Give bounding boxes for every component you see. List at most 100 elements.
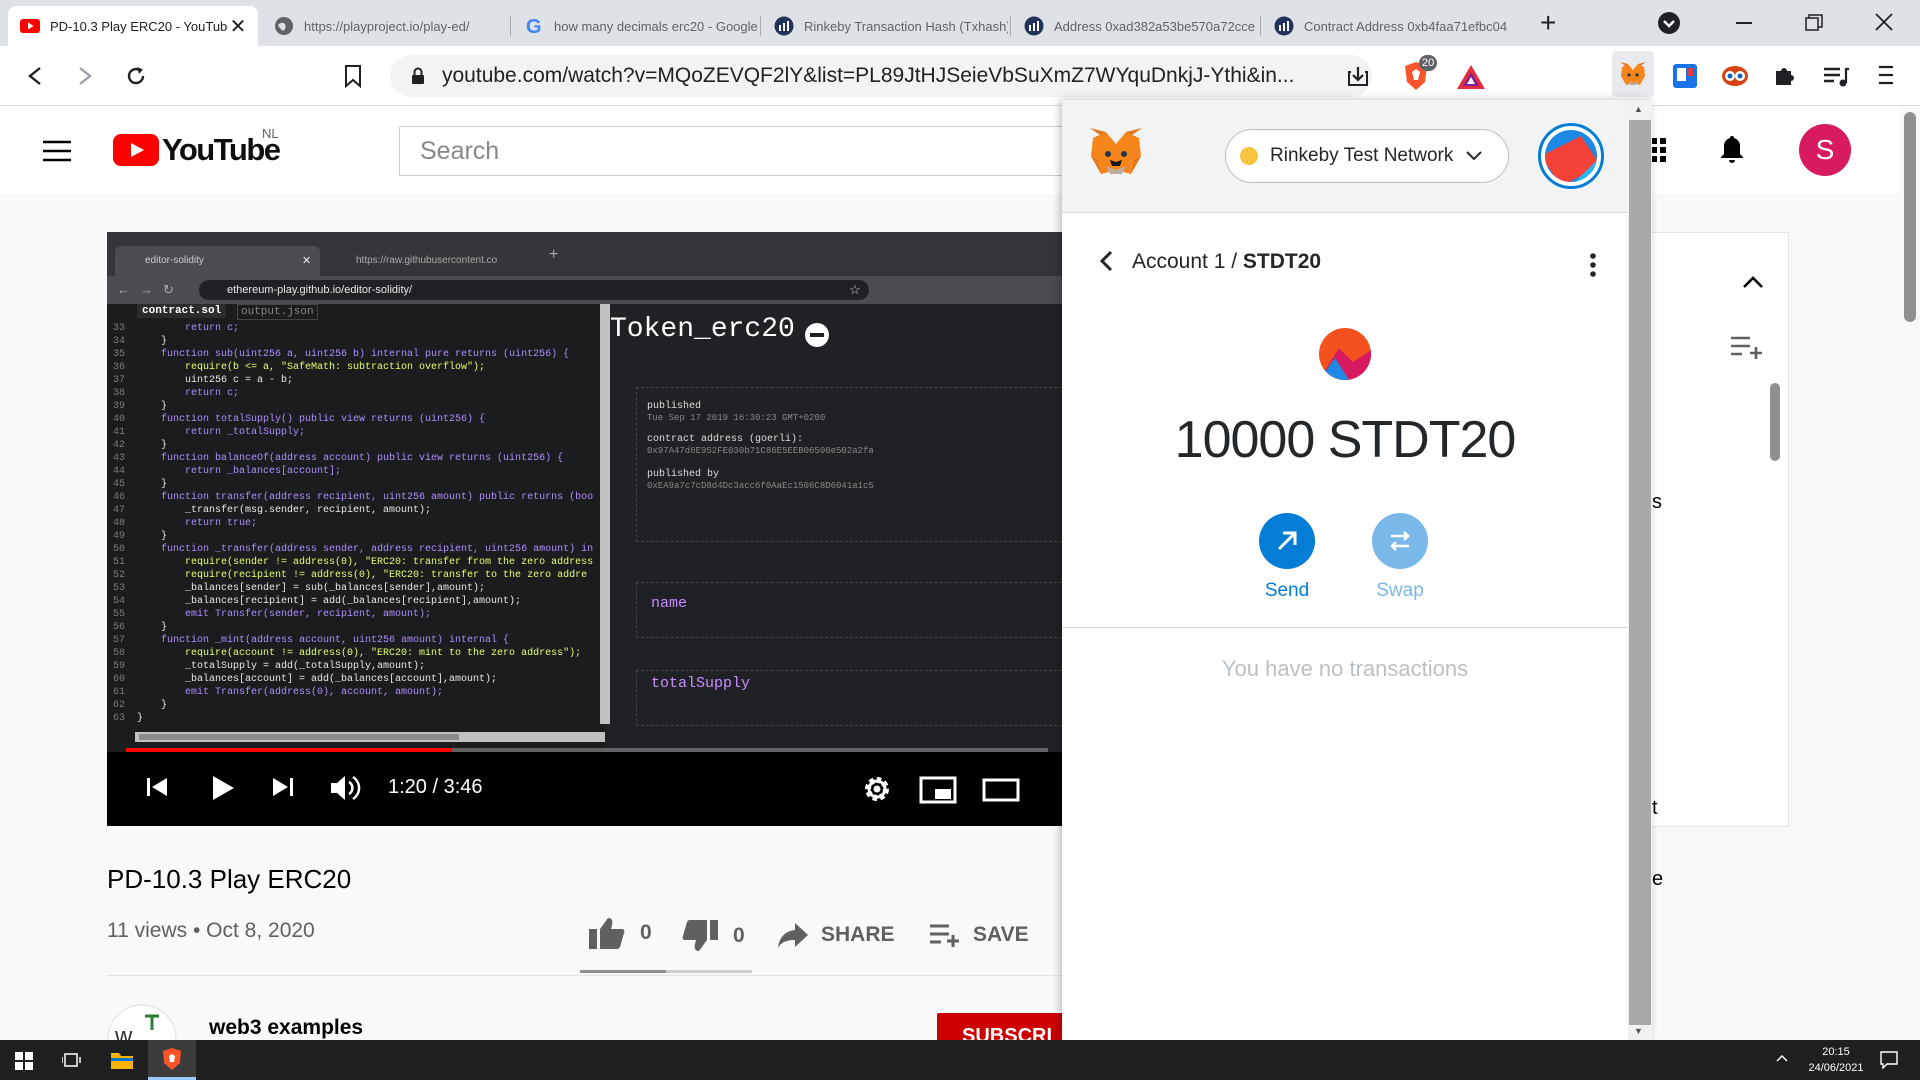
subscribe-button[interactable]: SUBSCRI bbox=[937, 1013, 1067, 1040]
page-scrollbar[interactable] bbox=[1900, 106, 1920, 1040]
close-window-icon[interactable] bbox=[1874, 12, 1894, 32]
extensions-puzzle-icon[interactable] bbox=[1773, 64, 1797, 88]
system-clock[interactable]: 20:15 24/06/2021 bbox=[1796, 1044, 1876, 1076]
kebab-menu-icon[interactable] bbox=[1589, 253, 1597, 277]
brave-rewards-icon[interactable] bbox=[1456, 64, 1486, 90]
code-line: 52 require(recipient != address(0), "ERC… bbox=[113, 569, 598, 582]
network-status-dot bbox=[1240, 147, 1258, 165]
notifications-bell-icon[interactable] bbox=[1719, 134, 1745, 164]
swap-button[interactable] bbox=[1372, 513, 1428, 569]
windows-start-icon[interactable] bbox=[15, 1052, 33, 1070]
previous-icon[interactable] bbox=[146, 776, 168, 798]
video-player[interactable]: editor-solidity ✕ https://raw.githubuser… bbox=[107, 232, 1067, 826]
breadcrumb-separator: / bbox=[1225, 250, 1243, 273]
progress-bar[interactable] bbox=[126, 748, 1048, 752]
code-text: function balanceOf(address account) publ… bbox=[137, 453, 564, 464]
notification-center-icon[interactable] bbox=[1880, 1051, 1898, 1069]
dislike-button[interactable]: 0 bbox=[681, 919, 745, 953]
back-chevron-icon[interactable] bbox=[1099, 250, 1113, 272]
code-text: return true; bbox=[137, 518, 258, 529]
code-line: 41 return _totalSupply; bbox=[113, 426, 598, 439]
miniplayer-icon[interactable] bbox=[919, 776, 957, 804]
avatar[interactable]: S bbox=[1799, 124, 1851, 176]
send-button[interactable] bbox=[1259, 513, 1315, 569]
reload-icon[interactable] bbox=[124, 64, 148, 88]
back-icon[interactable] bbox=[26, 66, 44, 86]
browser-tab[interactable]: PD-10.3 Play ERC20 - YouTube ✕ bbox=[8, 6, 258, 46]
metamask-logo-icon[interactable] bbox=[1088, 126, 1144, 178]
restore-icon[interactable] bbox=[1805, 14, 1823, 32]
metamask-extension-button[interactable] bbox=[1612, 51, 1654, 97]
task-view-icon[interactable] bbox=[62, 1051, 82, 1069]
chevron-up-icon[interactable] bbox=[1742, 275, 1764, 289]
code-line: 48 return true; bbox=[113, 517, 598, 530]
page-scrollbar-thumb[interactable] bbox=[1904, 112, 1916, 322]
scroll-up-icon[interactable]: ▲ bbox=[1634, 104, 1643, 114]
send-label[interactable]: Send bbox=[1237, 580, 1337, 602]
next-icon[interactable] bbox=[272, 776, 294, 798]
etherscan-icon bbox=[1024, 16, 1044, 36]
hamburger-menu-icon[interactable] bbox=[43, 140, 71, 162]
close-tab-icon[interactable]: ✕ bbox=[228, 14, 248, 39]
code-text: } bbox=[137, 336, 168, 347]
add-to-queue-icon[interactable] bbox=[1730, 335, 1764, 359]
totalsupply-field-label: totalSupply bbox=[651, 675, 751, 692]
new-tab-icon[interactable]: + bbox=[1540, 9, 1556, 37]
channel-logo-icon: w bbox=[107, 1004, 177, 1040]
install-app-icon[interactable] bbox=[1347, 65, 1369, 87]
browser-tab[interactable]: https://playproject.io/play-ed/ bbox=[262, 6, 508, 46]
tab-separator bbox=[760, 16, 761, 36]
play-icon[interactable] bbox=[210, 774, 236, 802]
extension-icon[interactable] bbox=[1672, 63, 1698, 89]
youtube-logo[interactable]: YouTube bbox=[113, 132, 281, 168]
lock-icon bbox=[410, 67, 426, 85]
code-text: function _mint(address account, uint256 … bbox=[137, 635, 510, 646]
apps-grid-icon[interactable] bbox=[1651, 138, 1667, 162]
account-identicon[interactable] bbox=[1538, 123, 1604, 189]
line-number: 62 bbox=[113, 700, 126, 711]
browser-tab[interactable]: Address 0xad382a53be570a72cce bbox=[1012, 6, 1258, 46]
code-text: function _transfer(address sender, addre… bbox=[137, 544, 594, 555]
media-controls-icon[interactable] bbox=[1823, 66, 1849, 88]
share-button[interactable]: SHARE bbox=[777, 921, 895, 949]
brave-taskbar-button[interactable] bbox=[148, 1040, 196, 1080]
tab-separator bbox=[1260, 16, 1261, 36]
network-selector[interactable]: Rinkeby Test Network bbox=[1225, 129, 1509, 183]
theater-mode-icon[interactable] bbox=[982, 778, 1020, 802]
popup-scrollbar-thumb[interactable] bbox=[1629, 120, 1651, 1025]
code-text: _balances[sender] = sub(_balances[sender… bbox=[137, 583, 486, 594]
code-line: 59 _totalSupply = add(_totalSupply,amoun… bbox=[113, 660, 598, 673]
forward-icon[interactable] bbox=[76, 66, 94, 86]
editor-hscrollbar bbox=[135, 732, 605, 742]
region-code: NL bbox=[262, 126, 279, 141]
line-number: 47 bbox=[113, 505, 126, 516]
code-line: 56 } bbox=[113, 621, 598, 634]
file-tab: contract.sol bbox=[137, 304, 227, 318]
code-line: 38 return c; bbox=[113, 387, 598, 400]
playlist-scroll-thumb[interactable] bbox=[1770, 383, 1780, 461]
swap-label[interactable]: Swap bbox=[1350, 580, 1450, 602]
save-button[interactable]: SAVE bbox=[929, 923, 1029, 947]
search-input[interactable]: Search bbox=[399, 126, 1099, 176]
bookmark-icon[interactable] bbox=[344, 64, 362, 88]
line-number: 53 bbox=[113, 583, 126, 594]
volume-icon[interactable] bbox=[329, 774, 363, 802]
browser-tab[interactable]: G how many decimals erc20 - Google bbox=[512, 6, 758, 46]
browser-tab[interactable]: Rinkeby Transaction Hash (Txhash) bbox=[762, 6, 1008, 46]
browser-tab[interactable]: Contract Address 0xb4faa71efbc04 bbox=[1262, 6, 1518, 46]
extension-icon[interactable] bbox=[1721, 64, 1749, 88]
address-bar[interactable]: youtube.com/watch?v=MQoZEVQF2lY&list=PL8… bbox=[390, 55, 1372, 97]
minimize-icon[interactable] bbox=[1736, 22, 1752, 24]
tab-search-icon[interactable] bbox=[1658, 12, 1680, 34]
channel-avatar[interactable]: w bbox=[107, 1004, 177, 1040]
settings-gear-icon[interactable] bbox=[862, 774, 892, 804]
file-explorer-icon[interactable] bbox=[110, 1050, 134, 1070]
scroll-down-icon[interactable]: ▼ bbox=[1634, 1026, 1643, 1036]
browser-menu-icon[interactable] bbox=[1878, 64, 1894, 86]
like-button[interactable]: 0 bbox=[588, 916, 652, 950]
tray-expand-icon[interactable] bbox=[1776, 1054, 1788, 1062]
code-line: 53 _balances[sender] = sub(_balances[sen… bbox=[113, 582, 598, 595]
divider bbox=[107, 975, 1067, 976]
breadcrumb-account[interactable]: Account 1 bbox=[1132, 250, 1225, 273]
channel-name[interactable]: web3 examples bbox=[209, 1016, 363, 1040]
